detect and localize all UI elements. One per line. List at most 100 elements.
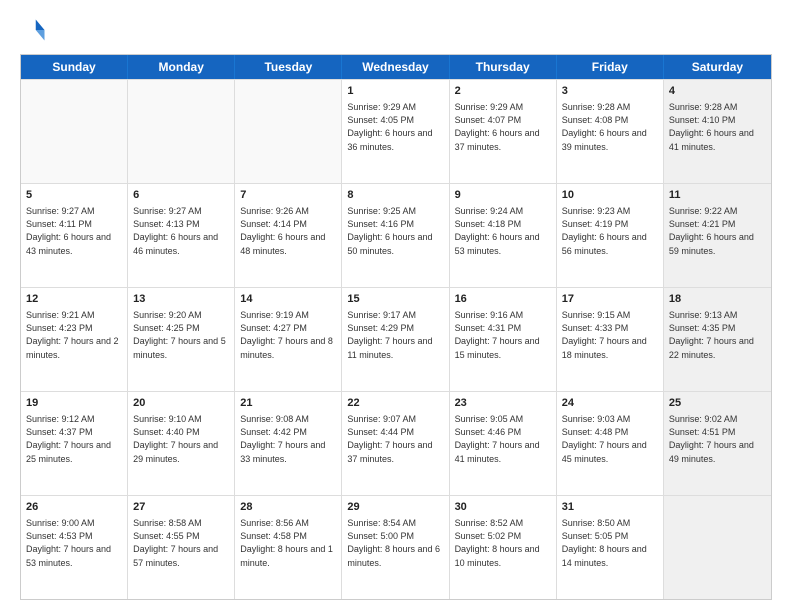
day-number: 17 xyxy=(562,292,658,307)
header-day-tuesday: Tuesday xyxy=(235,55,342,79)
cal-cell: 1 Sunrise: 9:29 AM Sunset: 4:05 PM Daylig… xyxy=(342,80,449,183)
cal-cell: 24 Sunrise: 9:03 AM Sunset: 4:48 PM Dayli… xyxy=(557,392,664,495)
calendar-header: SundayMondayTuesdayWednesdayThursdayFrid… xyxy=(21,55,771,79)
day-number: 21 xyxy=(240,396,336,411)
logo-icon xyxy=(20,16,48,44)
cal-cell: 8 Sunrise: 9:25 AM Sunset: 4:16 PM Daylig… xyxy=(342,184,449,287)
day-number: 12 xyxy=(26,292,122,307)
day-number: 31 xyxy=(562,500,658,515)
day-number: 24 xyxy=(562,396,658,411)
cell-info: Sunrise: 8:56 AM Sunset: 4:58 PM Dayligh… xyxy=(240,517,336,569)
day-number: 15 xyxy=(347,292,443,307)
week-row-2: 5Sunrise: 9:27 AM Sunset: 4:11 PM Daylig… xyxy=(21,183,771,287)
cal-cell: 23 Sunrise: 9:05 AM Sunset: 4:46 PM Dayli… xyxy=(450,392,557,495)
cell-info: Sunrise: 9:28 AM Sunset: 4:10 PM Dayligh… xyxy=(669,101,766,153)
cal-cell: 13 Sunrise: 9:20 AM Sunset: 4:25 PM Dayli… xyxy=(128,288,235,391)
cell-info: Sunrise: 9:12 AM Sunset: 4:37 PM Dayligh… xyxy=(26,413,122,465)
day-number: 26 xyxy=(26,500,122,515)
cal-cell xyxy=(128,80,235,183)
cell-info: Sunrise: 9:24 AM Sunset: 4:18 PM Dayligh… xyxy=(455,205,551,257)
cell-info: Sunrise: 8:50 AM Sunset: 5:05 PM Dayligh… xyxy=(562,517,658,569)
cell-info: Sunrise: 9:27 AM Sunset: 4:13 PM Dayligh… xyxy=(133,205,229,257)
cell-info: Sunrise: 9:02 AM Sunset: 4:51 PM Dayligh… xyxy=(669,413,766,465)
cal-cell xyxy=(21,80,128,183)
week-row-3: 12Sunrise: 9:21 AM Sunset: 4:23 PM Dayli… xyxy=(21,287,771,391)
day-number: 20 xyxy=(133,396,229,411)
week-row-4: 19 Sunrise: 9:12 AM Sunset: 4:37 PM Dayli… xyxy=(21,391,771,495)
cell-info: Sunrise: 9:26 AM Sunset: 4:14 PM Dayligh… xyxy=(240,205,336,257)
cell-info: Sunrise: 9:08 AM Sunset: 4:42 PM Dayligh… xyxy=(240,413,336,465)
header xyxy=(20,16,772,44)
day-number: 2 xyxy=(455,84,551,99)
cal-cell: 30Sunrise: 8:52 AM Sunset: 5:02 PM Dayli… xyxy=(450,496,557,599)
cell-info: Sunrise: 9:28 AM Sunset: 4:08 PM Dayligh… xyxy=(562,101,658,153)
header-day-thursday: Thursday xyxy=(450,55,557,79)
day-number: 13 xyxy=(133,292,229,307)
day-number: 3 xyxy=(562,84,658,99)
cell-info: Sunrise: 9:13 AM Sunset: 4:35 PM Dayligh… xyxy=(669,309,766,361)
cell-info: Sunrise: 9:17 AM Sunset: 4:29 PM Dayligh… xyxy=(347,309,443,361)
cal-cell: 12Sunrise: 9:21 AM Sunset: 4:23 PM Dayli… xyxy=(21,288,128,391)
day-number: 7 xyxy=(240,188,336,203)
cal-cell: 10Sunrise: 9:23 AM Sunset: 4:19 PM Dayli… xyxy=(557,184,664,287)
day-number: 8 xyxy=(347,188,443,203)
header-day-friday: Friday xyxy=(557,55,664,79)
cell-info: Sunrise: 9:10 AM Sunset: 4:40 PM Dayligh… xyxy=(133,413,229,465)
calendar: SundayMondayTuesdayWednesdayThursdayFrid… xyxy=(20,54,772,600)
cal-cell: 31 Sunrise: 8:50 AM Sunset: 5:05 PM Dayli… xyxy=(557,496,664,599)
cal-cell: 28 Sunrise: 8:56 AM Sunset: 4:58 PM Dayli… xyxy=(235,496,342,599)
day-number: 6 xyxy=(133,188,229,203)
cal-cell: 4 Sunrise: 9:28 AM Sunset: 4:10 PM Daylig… xyxy=(664,80,771,183)
cal-cell: 21 Sunrise: 9:08 AM Sunset: 4:42 PM Dayli… xyxy=(235,392,342,495)
cal-cell: 11 Sunrise: 9:22 AM Sunset: 4:21 PM Dayli… xyxy=(664,184,771,287)
day-number: 28 xyxy=(240,500,336,515)
cal-cell xyxy=(235,80,342,183)
cell-info: Sunrise: 9:20 AM Sunset: 4:25 PM Dayligh… xyxy=(133,309,229,361)
cell-info: Sunrise: 9:15 AM Sunset: 4:33 PM Dayligh… xyxy=(562,309,658,361)
day-number: 22 xyxy=(347,396,443,411)
cal-cell: 6 Sunrise: 9:27 AM Sunset: 4:13 PM Daylig… xyxy=(128,184,235,287)
cal-cell: 20 Sunrise: 9:10 AM Sunset: 4:40 PM Dayli… xyxy=(128,392,235,495)
cell-info: Sunrise: 9:03 AM Sunset: 4:48 PM Dayligh… xyxy=(562,413,658,465)
cell-info: Sunrise: 9:25 AM Sunset: 4:16 PM Dayligh… xyxy=(347,205,443,257)
header-day-sunday: Sunday xyxy=(21,55,128,79)
day-number: 30 xyxy=(455,500,551,515)
header-day-wednesday: Wednesday xyxy=(342,55,449,79)
cell-info: Sunrise: 8:58 AM Sunset: 4:55 PM Dayligh… xyxy=(133,517,229,569)
cal-cell: 25 Sunrise: 9:02 AM Sunset: 4:51 PM Dayli… xyxy=(664,392,771,495)
cell-info: Sunrise: 9:23 AM Sunset: 4:19 PM Dayligh… xyxy=(562,205,658,257)
cal-cell: 17 Sunrise: 9:15 AM Sunset: 4:33 PM Dayli… xyxy=(557,288,664,391)
page: SundayMondayTuesdayWednesdayThursdayFrid… xyxy=(0,0,792,612)
cell-info: Sunrise: 9:27 AM Sunset: 4:11 PM Dayligh… xyxy=(26,205,122,257)
header-day-saturday: Saturday xyxy=(664,55,771,79)
day-number: 9 xyxy=(455,188,551,203)
day-number: 4 xyxy=(669,84,766,99)
cell-info: Sunrise: 9:00 AM Sunset: 4:53 PM Dayligh… xyxy=(26,517,122,569)
day-number: 18 xyxy=(669,292,766,307)
cell-info: Sunrise: 9:07 AM Sunset: 4:44 PM Dayligh… xyxy=(347,413,443,465)
day-number: 29 xyxy=(347,500,443,515)
day-number: 11 xyxy=(669,188,766,203)
cell-info: Sunrise: 9:29 AM Sunset: 4:07 PM Dayligh… xyxy=(455,101,551,153)
logo xyxy=(20,16,52,44)
cell-info: Sunrise: 9:16 AM Sunset: 4:31 PM Dayligh… xyxy=(455,309,551,361)
cal-cell: 7 Sunrise: 9:26 AM Sunset: 4:14 PM Daylig… xyxy=(235,184,342,287)
cal-cell: 18 Sunrise: 9:13 AM Sunset: 4:35 PM Dayli… xyxy=(664,288,771,391)
day-number: 25 xyxy=(669,396,766,411)
calendar-body: 1 Sunrise: 9:29 AM Sunset: 4:05 PM Daylig… xyxy=(21,79,771,599)
cal-cell: 22 Sunrise: 9:07 AM Sunset: 4:44 PM Dayli… xyxy=(342,392,449,495)
day-number: 16 xyxy=(455,292,551,307)
cal-cell: 9 Sunrise: 9:24 AM Sunset: 4:18 PM Daylig… xyxy=(450,184,557,287)
cal-cell: 27Sunrise: 8:58 AM Sunset: 4:55 PM Dayli… xyxy=(128,496,235,599)
cell-info: Sunrise: 9:29 AM Sunset: 4:05 PM Dayligh… xyxy=(347,101,443,153)
cell-info: Sunrise: 9:05 AM Sunset: 4:46 PM Dayligh… xyxy=(455,413,551,465)
cal-cell: 14Sunrise: 9:19 AM Sunset: 4:27 PM Dayli… xyxy=(235,288,342,391)
header-day-monday: Monday xyxy=(128,55,235,79)
cal-cell: 29Sunrise: 8:54 AM Sunset: 5:00 PM Dayli… xyxy=(342,496,449,599)
day-number: 1 xyxy=(347,84,443,99)
day-number: 23 xyxy=(455,396,551,411)
cell-info: Sunrise: 9:22 AM Sunset: 4:21 PM Dayligh… xyxy=(669,205,766,257)
cal-cell: 16 Sunrise: 9:16 AM Sunset: 4:31 PM Dayli… xyxy=(450,288,557,391)
cal-cell: 26 Sunrise: 9:00 AM Sunset: 4:53 PM Dayli… xyxy=(21,496,128,599)
day-number: 19 xyxy=(26,396,122,411)
